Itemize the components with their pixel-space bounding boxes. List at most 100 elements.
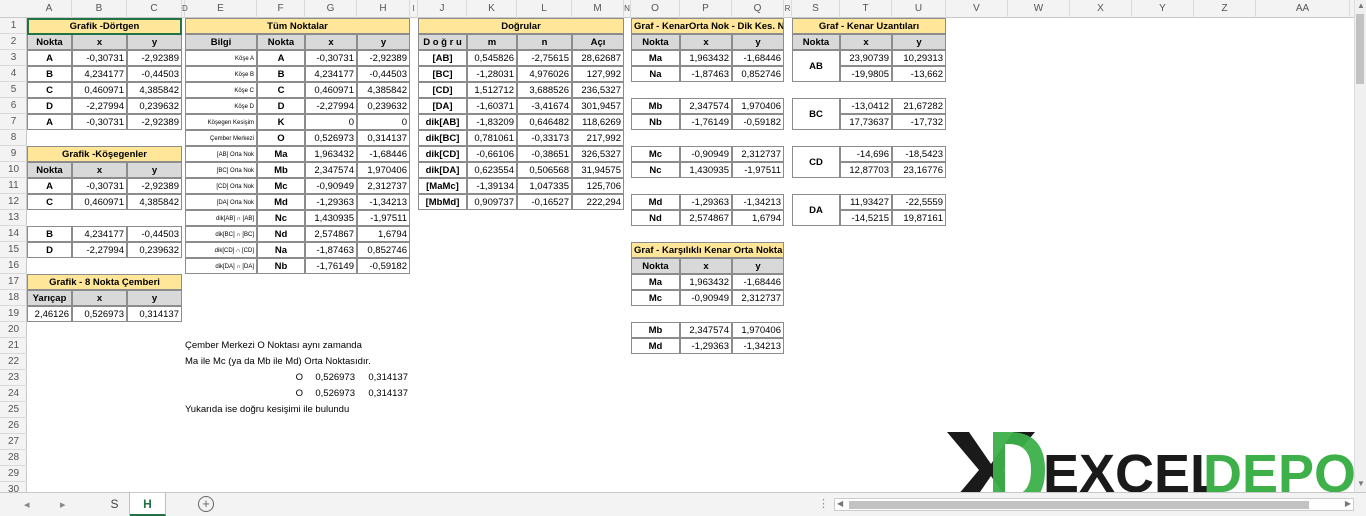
column-header[interactable]: H bbox=[357, 0, 410, 18]
add-sheet-button[interactable]: + bbox=[198, 496, 214, 512]
table-cell[interactable]: 0,314137 bbox=[357, 130, 410, 146]
table-cell[interactable]: 4,976026 bbox=[517, 66, 572, 82]
column-label[interactable]: y bbox=[127, 162, 182, 178]
column-header[interactable]: R bbox=[784, 0, 792, 18]
table-cell[interactable]: 2,312737 bbox=[357, 178, 410, 194]
table-cell[interactable]: 0,314137 bbox=[127, 306, 182, 322]
table-cell[interactable]: 1,963432 bbox=[680, 50, 732, 66]
table-title-dortgen[interactable]: Grafik -Dörtgen bbox=[27, 18, 182, 34]
table-cell[interactable]: -14,696 bbox=[840, 146, 892, 162]
prev-sheet-icon[interactable]: ◂ bbox=[24, 498, 30, 511]
table-cell[interactable]: Çember Merkezi bbox=[185, 130, 257, 146]
table-cell[interactable]: A bbox=[27, 50, 72, 66]
table-cell[interactable]: 236,5327 bbox=[572, 82, 624, 98]
table-cell[interactable]: Köşe C bbox=[185, 82, 257, 98]
scroll-left-icon[interactable]: ◀ bbox=[837, 499, 843, 508]
row-header[interactable]: 8 bbox=[0, 130, 27, 146]
column-label[interactable]: Bilgi bbox=[185, 34, 257, 50]
row-header[interactable]: 12 bbox=[0, 194, 27, 210]
table-cell[interactable]: 118,6269 bbox=[572, 114, 624, 130]
column-label[interactable]: m bbox=[467, 34, 517, 50]
table-cell[interactable]: -1,97511 bbox=[732, 162, 784, 178]
column-header[interactable]: V bbox=[946, 0, 1008, 18]
table-cell[interactable]: 0 bbox=[357, 114, 410, 130]
table-cell[interactable]: Na bbox=[257, 242, 305, 258]
table-cell[interactable]: Köşegen Kesişim bbox=[185, 114, 257, 130]
column-label[interactable]: Nokta bbox=[631, 258, 680, 274]
table-cell[interactable]: -1,76149 bbox=[680, 114, 732, 130]
table-cell[interactable]: -13,0412 bbox=[840, 98, 892, 114]
table-cell[interactable]: Md bbox=[257, 194, 305, 210]
note-cell[interactable]: 0,314137 bbox=[357, 370, 410, 386]
table-cell[interactable]: 0,526973 bbox=[305, 130, 357, 146]
table-cell[interactable]: BC bbox=[792, 98, 840, 130]
table-title-kosegen[interactable]: Grafik -Köşegenler bbox=[27, 146, 182, 162]
column-header[interactable]: Z bbox=[1194, 0, 1256, 18]
column-header[interactable]: B bbox=[72, 0, 127, 18]
column-header[interactable]: N bbox=[624, 0, 631, 18]
column-header[interactable]: W bbox=[1008, 0, 1070, 18]
table-cell[interactable]: 4,234177 bbox=[72, 66, 127, 82]
table-cell[interactable]: Nc bbox=[631, 162, 680, 178]
column-header[interactable]: I bbox=[410, 0, 418, 18]
note-cell[interactable]: O bbox=[257, 370, 305, 386]
table-cell[interactable]: -13,662 bbox=[892, 66, 946, 82]
table-cell[interactable]: 0,506568 bbox=[517, 162, 572, 178]
column-label[interactable]: x bbox=[680, 258, 732, 274]
table-title-karsilikli[interactable]: Graf - Karşılıklı Kenar Orta Noktaları bbox=[631, 242, 784, 258]
table-cell[interactable]: -0,59182 bbox=[357, 258, 410, 274]
column-header[interactable]: C bbox=[127, 0, 182, 18]
table-cell[interactable]: dik[CD] bbox=[418, 146, 467, 162]
table-cell[interactable]: 2,347574 bbox=[305, 162, 357, 178]
table-cell[interactable]: -2,75615 bbox=[517, 50, 572, 66]
row-header[interactable]: 13 bbox=[0, 210, 27, 226]
table-cell[interactable]: 21,67282 bbox=[892, 98, 946, 114]
column-header[interactable]: T bbox=[840, 0, 892, 18]
column-header[interactable]: P bbox=[680, 0, 732, 18]
table-cell[interactable]: -1,34213 bbox=[732, 338, 784, 354]
table-cell[interactable]: [AB] Orta Nok bbox=[185, 146, 257, 162]
table-cell[interactable]: 1,6794 bbox=[357, 226, 410, 242]
column-header[interactable]: AA bbox=[1256, 0, 1350, 18]
table-cell[interactable]: 0,852746 bbox=[357, 242, 410, 258]
table-cell[interactable]: -0,16527 bbox=[517, 194, 572, 210]
table-cell[interactable]: 1,512712 bbox=[467, 82, 517, 98]
column-label[interactable]: x bbox=[840, 34, 892, 50]
table-cell[interactable]: -1,68446 bbox=[357, 146, 410, 162]
table-cell[interactable]: Nc bbox=[257, 210, 305, 226]
column-label[interactable]: y bbox=[357, 34, 410, 50]
table-cell[interactable]: -0,38651 bbox=[517, 146, 572, 162]
table-cell[interactable]: 1,963432 bbox=[305, 146, 357, 162]
table-cell[interactable]: A bbox=[27, 114, 72, 130]
row-header[interactable]: 25 bbox=[0, 402, 27, 418]
column-label[interactable]: Açı bbox=[572, 34, 624, 50]
column-header[interactable]: F bbox=[257, 0, 305, 18]
table-cell[interactable]: -1,28031 bbox=[467, 66, 517, 82]
column-label[interactable]: y bbox=[892, 34, 946, 50]
table-title-cember[interactable]: Grafik - 8 Nokta Çemberi bbox=[27, 274, 182, 290]
table-cell[interactable]: -2,92389 bbox=[127, 114, 182, 130]
table-cell[interactable]: 0,239632 bbox=[127, 98, 182, 114]
table-cell[interactable]: 0,239632 bbox=[357, 98, 410, 114]
row-header[interactable]: 17 bbox=[0, 274, 27, 290]
table-cell[interactable]: 23,16776 bbox=[892, 162, 946, 178]
note-text[interactable]: Çember Merkezi O Noktası aynı zamanda bbox=[185, 338, 517, 354]
table-cell[interactable]: -0,90949 bbox=[680, 290, 732, 306]
row-header[interactable]: 6 bbox=[0, 98, 27, 114]
table-cell[interactable]: 0,460971 bbox=[305, 82, 357, 98]
column-label[interactable]: x bbox=[72, 34, 127, 50]
table-cell[interactable]: Md bbox=[631, 194, 680, 210]
table-cell[interactable]: Ma bbox=[257, 146, 305, 162]
table-cell[interactable]: 1,047335 bbox=[517, 178, 572, 194]
table-cell[interactable]: -1,60371 bbox=[467, 98, 517, 114]
table-cell[interactable]: 1,430935 bbox=[305, 210, 357, 226]
table-cell[interactable]: Mc bbox=[631, 290, 680, 306]
table-cell[interactable]: 0,646482 bbox=[517, 114, 572, 130]
table-cell[interactable]: -0,66106 bbox=[467, 146, 517, 162]
table-cell[interactable]: 31,94575 bbox=[572, 162, 624, 178]
tab-split-handle[interactable]: ⋮ bbox=[818, 497, 829, 510]
table-cell[interactable]: -1,97511 bbox=[357, 210, 410, 226]
table-cell[interactable]: 4,385842 bbox=[127, 82, 182, 98]
column-label[interactable]: y bbox=[127, 290, 182, 306]
scroll-down-icon[interactable]: ▼ bbox=[1356, 479, 1366, 491]
